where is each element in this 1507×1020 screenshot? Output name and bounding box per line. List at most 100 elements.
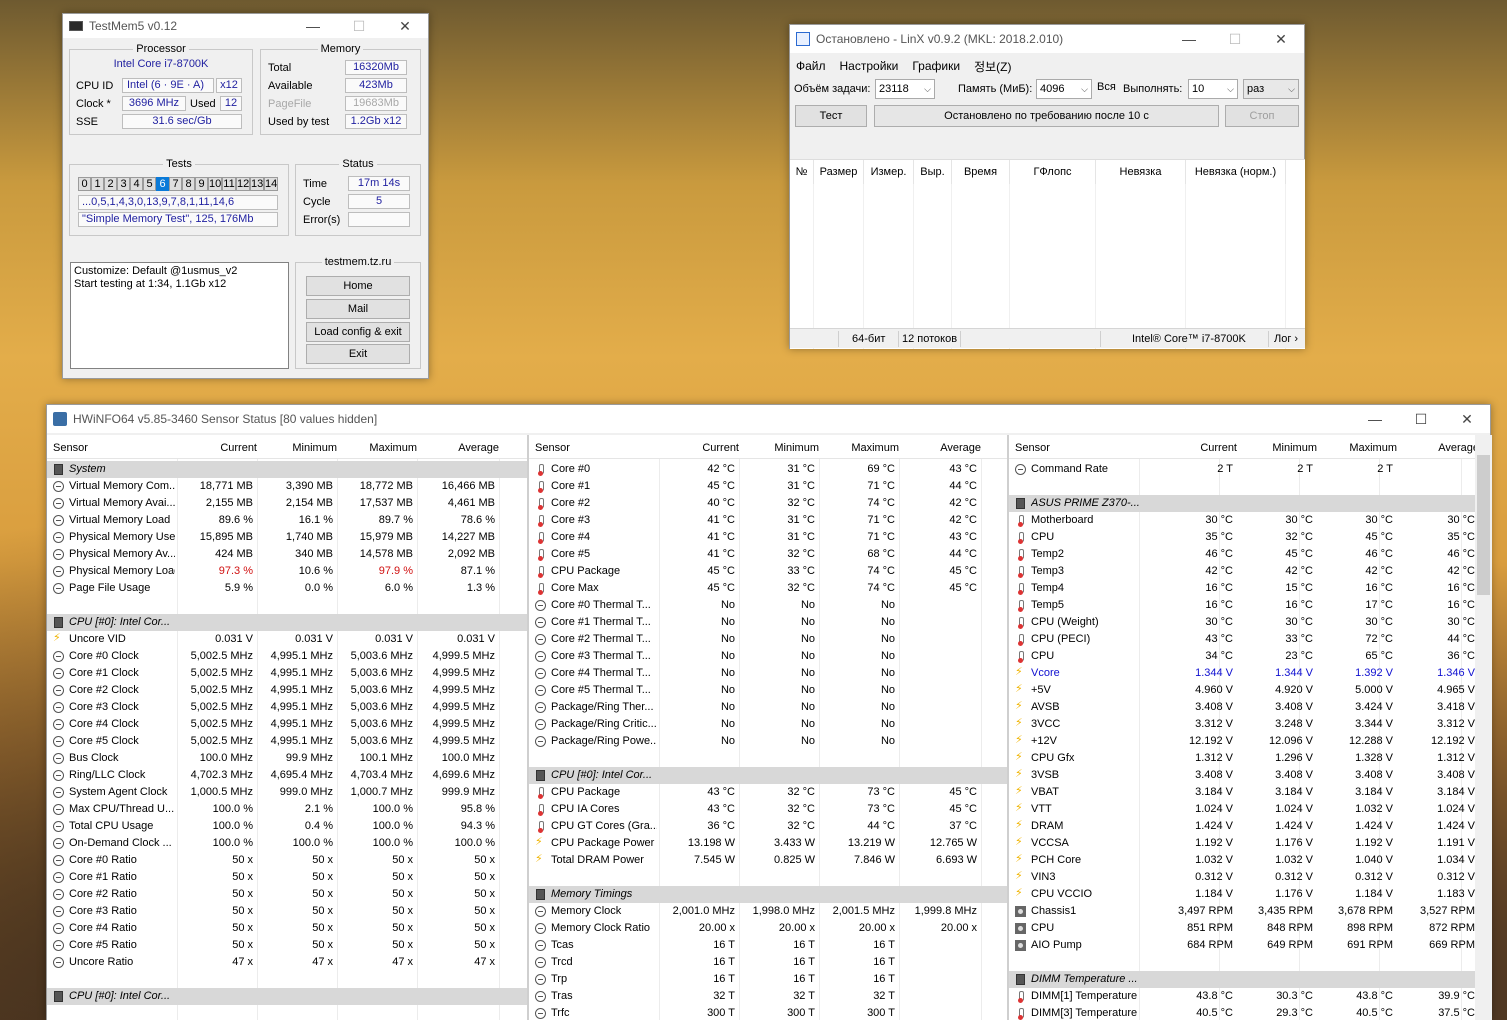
test-cell[interactable]: 10 [208, 177, 222, 191]
column-header[interactable]: Выр. [914, 160, 952, 184]
sensor-row[interactable]: Command Rate 2 T 2 T 2 T [1009, 461, 1475, 478]
sensor-group-row[interactable]: CPU [#0]: Intel Cor... [529, 767, 1007, 784]
sensor-row[interactable]: VBAT 3.184 V 3.184 V 3.184 V 3.184 V [1009, 784, 1475, 801]
column-header[interactable]: Время [952, 160, 1010, 184]
sensor-row[interactable]: CPU Package 45 °C 33 °C 74 °C 45 °C [529, 563, 1007, 580]
menu-graphs[interactable]: Графики [912, 59, 960, 73]
sensor-group-row[interactable]: DIMM Temperature ... [1009, 971, 1475, 988]
close-button[interactable]: ✕ [1444, 405, 1490, 433]
sensor-row[interactable]: Core Max 45 °C 32 °C 74 °C 45 °C [529, 580, 1007, 597]
test-button[interactable]: Тест [795, 105, 867, 127]
sensor-row[interactable]: Motherboard 30 °C 30 °C 30 °C 30 °C [1009, 512, 1475, 529]
sensor-row[interactable]: Package/Ring Powe... No No No [529, 733, 1007, 750]
sensor-row[interactable]: Memory Clock 2,001.0 MHz 1,998.0 MHz 2,001.… [529, 903, 1007, 920]
sensor-group-row[interactable]: CPU [#0]: Intel Cor... [47, 614, 527, 631]
sensor-row[interactable]: Trfc 300 T 300 T 300 T [529, 1005, 1007, 1020]
sensor-row[interactable]: Core #0 42 °C 31 °C 69 °C 43 °C [529, 461, 1007, 478]
sensor-row[interactable]: Uncore Ratio 47 x 47 x 47 x 47 x [47, 954, 527, 971]
sensor-row[interactable]: Core #0 Thermal T... No No No [529, 597, 1007, 614]
sensor-row[interactable]: Core #5 Ratio 50 x 50 x 50 x 50 x [47, 937, 527, 954]
test-cell[interactable]: 0 [78, 177, 91, 191]
column-header[interactable]: Current [1200, 442, 1237, 454]
sensor-row[interactable]: Core #3 41 °C 31 °C 71 °C 42 °C [529, 512, 1007, 529]
column-header[interactable]: Average [940, 442, 981, 454]
home-button[interactable]: Home [306, 276, 410, 296]
minimize-button[interactable]: — [290, 14, 336, 38]
sensor-row[interactable]: Physical Memory Load 97.3 % 10.6 % 97.9 % 87… [47, 563, 527, 580]
sensor-row[interactable]: Core #1 45 °C 31 °C 71 °C 44 °C [529, 478, 1007, 495]
linx-titlebar[interactable]: Остановлено - LinX v0.9.2 (MKL: 2018.2.0… [790, 25, 1304, 53]
scrollbar-thumb[interactable] [1477, 455, 1490, 595]
sensor-row[interactable]: Virtual Memory Load 89.6 % 16.1 % 89.7 % 78.… [47, 512, 527, 529]
vertical-scrollbar[interactable] [1475, 435, 1492, 1020]
sensor-row[interactable]: Max CPU/Thread U... 100.0 % 2.1 % 100.0 % 95… [47, 801, 527, 818]
sensor-row[interactable]: VIN3 0.312 V 0.312 V 0.312 V 0.312 V [1009, 869, 1475, 886]
test-cell[interactable]: 8 [182, 177, 195, 191]
sensor-row[interactable]: Core #4 41 °C 31 °C 71 °C 43 °C [529, 529, 1007, 546]
sensor-row[interactable]: Tras 32 T 32 T 32 T [529, 988, 1007, 1005]
sensor-row[interactable]: Virtual Memory Com... 18,771 MB 3,390 MB 18… [47, 478, 527, 495]
sensor-group-row[interactable]: ASUS PRIME Z370-... [1009, 495, 1475, 512]
close-button[interactable]: ✕ [382, 14, 428, 38]
hwinfo-titlebar[interactable]: HWiNFO64 v5.85-3460 Sensor Status [80 va… [47, 405, 1490, 433]
sensor-row[interactable]: Memory Clock Ratio 20.00 x 20.00 x 20.00 x 2… [529, 920, 1007, 937]
sensor-pane-3[interactable]: Sensor Current Minimum Maximum Average Comman… [1009, 435, 1492, 1020]
sensor-group-row[interactable]: System [47, 461, 527, 478]
sensor-row[interactable]: CPU Package 43 °C 32 °C 73 °C 45 °C [529, 784, 1007, 801]
sensor-row[interactable]: CPU IA Cores 43 °C 32 °C 73 °C 45 °C [529, 801, 1007, 818]
sensor-group-row[interactable]: CPU [#0]: Intel Cor... [47, 988, 527, 1005]
sensor-row[interactable]: Core #3 Clock 5,002.5 MHz 4,995.1 MHz 5,003… [47, 699, 527, 716]
sensor-row[interactable]: Temp3 42 °C 42 °C 42 °C 42 °C [1009, 563, 1475, 580]
sensor-row[interactable]: Physical Memory Av... 424 MB 340 MB 14,578 … [47, 546, 527, 563]
sensor-row[interactable]: Package/Ring Ther... No No No [529, 699, 1007, 716]
sensor-row[interactable]: CPU 34 °C 23 °C 65 °C 36 °C [1009, 648, 1475, 665]
sensor-row[interactable]: Core #4 Thermal T... No No No [529, 665, 1007, 682]
maximize-button[interactable]: ☐ [1398, 405, 1444, 433]
sensor-row[interactable]: Core #1 Thermal T... No No No [529, 614, 1007, 631]
column-header[interactable]: Minimum [292, 442, 337, 454]
minimize-button[interactable]: — [1166, 25, 1212, 53]
sensor-row[interactable]: Core #4 Clock 5,002.5 MHz 4,995.1 MHz 5,003… [47, 716, 527, 733]
test-cell[interactable]: 13 [250, 177, 264, 191]
test-cell[interactable]: 5 [143, 177, 156, 191]
sensor-group-row[interactable]: Memory Timings [529, 886, 1007, 903]
sensor-row[interactable]: CPU (Weight) 30 °C 30 °C 30 °C 30 °C [1009, 614, 1475, 631]
sensor-row[interactable]: DRAM 1.424 V 1.424 V 1.424 V 1.424 V [1009, 818, 1475, 835]
menu-file[interactable]: Файл [796, 59, 826, 73]
column-header[interactable]: Невязка (норм.) [1186, 160, 1286, 184]
task-size-combo[interactable]: 23118 ⌵ [875, 79, 935, 99]
sensor-row[interactable]: Uncore VID 0.031 V 0.031 V 0.031 V 0.031 V [47, 631, 527, 648]
test-cell[interactable]: 2 [104, 177, 117, 191]
testmem-titlebar[interactable]: TestMem5 v0.12 — ☐ ✕ [63, 14, 428, 38]
column-header[interactable]: Sensor [53, 442, 88, 454]
sensor-row[interactable]: Total CPU Usage 100.0 % 0.4 % 100.0 % 94.3 % [47, 818, 527, 835]
sensor-row[interactable]: Chassis1 3,497 RPM 3,435 RPM 3,678 RPM 3,527… [1009, 903, 1475, 920]
sensor-row[interactable]: Vcore 1.344 V 1.344 V 1.392 V 1.346 V [1009, 665, 1475, 682]
column-header[interactable]: Размер [814, 160, 864, 184]
column-header[interactable]: Невязка [1096, 160, 1186, 184]
sensor-row[interactable]: Trcd 16 T 16 T 16 T [529, 954, 1007, 971]
test-cell[interactable]: 11 [222, 177, 236, 191]
sensor-row[interactable]: +12V 12.192 V 12.096 V 12.288 V 12.192 V [1009, 733, 1475, 750]
column-header[interactable]: Maximum [369, 442, 417, 454]
test-cell[interactable]: 9 [195, 177, 208, 191]
column-header[interactable]: Average [458, 442, 499, 454]
column-header[interactable]: Sensor [1015, 442, 1050, 454]
column-header[interactable]: Current [702, 442, 739, 454]
sensor-row[interactable]: Core #3 Thermal T... No No No [529, 648, 1007, 665]
sensor-row[interactable]: Temp4 16 °C 15 °C 16 °C 16 °C [1009, 580, 1475, 597]
sensor-row[interactable]: AIO Pump 684 RPM 649 RPM 691 RPM 669 RPM [1009, 937, 1475, 954]
sensor-row[interactable]: AVSB 3.408 V 3.408 V 3.424 V 3.418 V [1009, 699, 1475, 716]
sensor-pane-1[interactable]: Sensor Current Minimum Maximum Average System… [47, 435, 527, 1020]
sensor-row[interactable]: Core #2 40 °C 32 °C 74 °C 42 °C [529, 495, 1007, 512]
column-header[interactable]: Sensor [535, 442, 570, 454]
sensor-row[interactable]: Physical Memory Used 15,895 MB 1,740 MB 15,… [47, 529, 527, 546]
test-cell[interactable]: 7 [169, 177, 182, 191]
sensor-row[interactable]: VTT 1.024 V 1.024 V 1.032 V 1.024 V [1009, 801, 1475, 818]
sensor-row[interactable]: CPU Package Power 13.198 W 3.433 W 13.219 W… [529, 835, 1007, 852]
test-cell[interactable]: 12 [236, 177, 250, 191]
sensor-row[interactable]: VCCSA 1.192 V 1.176 V 1.192 V 1.191 V [1009, 835, 1475, 852]
sensor-row[interactable]: 3VCC 3.312 V 3.248 V 3.344 V 3.312 V [1009, 716, 1475, 733]
mail-button[interactable]: Mail [306, 299, 410, 319]
minimize-button[interactable]: — [1352, 405, 1398, 433]
